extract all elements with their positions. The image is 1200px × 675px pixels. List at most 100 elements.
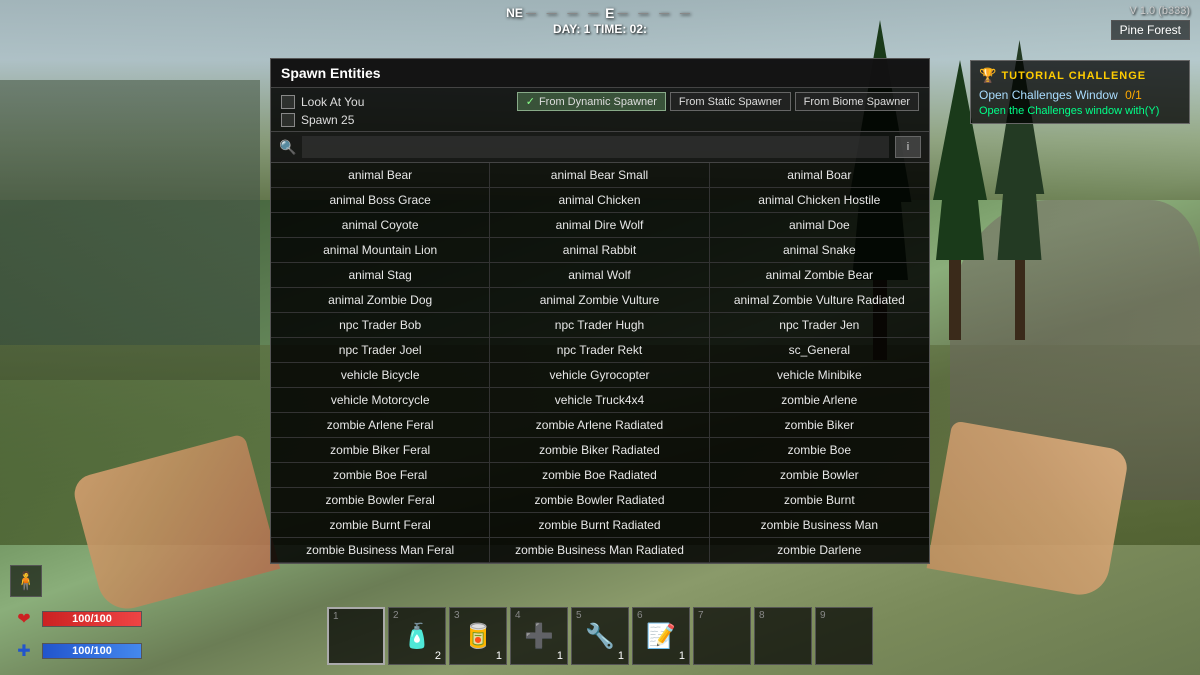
entity-cell[interactable]: zombie Burnt Radiated xyxy=(490,513,709,538)
entity-cell[interactable]: animal Zombie Vulture Radiated xyxy=(710,288,929,313)
slot-count-2: 2 xyxy=(435,650,441,662)
slot-count-4: 1 xyxy=(557,650,563,662)
entity-cell[interactable]: zombie Arlene Feral xyxy=(271,413,490,438)
spawn-25-label: Spawn 25 xyxy=(301,113,354,127)
entity-cell[interactable]: animal Snake xyxy=(710,238,929,263)
hotbar-slot-5[interactable]: 5🔧1 xyxy=(571,607,629,665)
entity-cell[interactable]: zombie Arlene xyxy=(710,388,929,413)
search-button[interactable]: i xyxy=(895,136,921,158)
tutorial-challenges-text[interactable]: Open Challenges Window 0/1 xyxy=(979,88,1181,102)
entity-cell[interactable]: zombie Bowler Feral xyxy=(271,488,490,513)
entity-cell[interactable]: zombie Bowler xyxy=(710,463,929,488)
spawn-options-area: Look At You ✓ From Dynamic Spawner From … xyxy=(271,88,929,132)
entity-cell[interactable]: animal Wolf xyxy=(490,263,709,288)
entity-cell[interactable]: animal Zombie Dog xyxy=(271,288,490,313)
hotbar-slot-8[interactable]: 8 xyxy=(754,607,812,665)
slot-icon-note: 📝 xyxy=(643,618,679,654)
entity-cell[interactable]: animal Chicken xyxy=(490,188,709,213)
stamina-text: 100/100 xyxy=(43,644,141,658)
entity-cell[interactable]: animal Dire Wolf xyxy=(490,213,709,238)
spawn-panel-header: Spawn Entities xyxy=(271,59,929,88)
entity-cell[interactable]: zombie Bowler Radiated xyxy=(490,488,709,513)
biome-spawner-btn[interactable]: From Biome Spawner xyxy=(795,92,919,111)
entity-cell[interactable]: vehicle Gyrocopter xyxy=(490,363,709,388)
spawn-25-checkbox[interactable] xyxy=(281,113,295,127)
spawn-entities-panel: Spawn Entities Look At You ✓ From Dynami… xyxy=(270,58,930,564)
slot-count-6: 1 xyxy=(679,650,685,662)
hotbar-slot-6[interactable]: 6📝1 xyxy=(632,607,690,665)
entity-cell[interactable]: zombie Darlene xyxy=(710,538,929,563)
spawner-buttons: ✓ From Dynamic Spawner From Static Spawn… xyxy=(517,92,919,111)
entity-cell[interactable]: sc_General xyxy=(710,338,929,363)
hotbar-slot-7[interactable]: 7 xyxy=(693,607,751,665)
entity-cell[interactable]: animal Bear xyxy=(271,163,490,188)
entity-cell[interactable]: zombie Business Man xyxy=(710,513,929,538)
stamina-icon: ✚ xyxy=(10,637,38,665)
compass-dashes-left: — — — — xyxy=(526,8,602,19)
look-at-you-checkbox[interactable] xyxy=(281,95,295,109)
entity-cell[interactable]: animal Coyote xyxy=(271,213,490,238)
entity-cell[interactable]: animal Doe xyxy=(710,213,929,238)
stamina-bar: 100/100 xyxy=(42,643,142,659)
entity-cell[interactable]: zombie Boe Radiated xyxy=(490,463,709,488)
entity-cell[interactable]: npc Trader Jen xyxy=(710,313,929,338)
entity-cell[interactable]: zombie Business Man Feral xyxy=(271,538,490,563)
entity-cell[interactable]: npc Trader Joel xyxy=(271,338,490,363)
entity-cell[interactable]: vehicle Motorcycle xyxy=(271,388,490,413)
entity-cell[interactable]: animal Zombie Vulture xyxy=(490,288,709,313)
search-input[interactable] xyxy=(302,136,889,158)
stamina-row: ✚ 100/100 xyxy=(10,637,142,665)
entity-cell[interactable]: vehicle Truck4x4 xyxy=(490,388,709,413)
entity-cell[interactable]: vehicle Minibike xyxy=(710,363,929,388)
search-bar: 🔍 i xyxy=(271,132,929,163)
entity-cell[interactable]: zombie Burnt xyxy=(710,488,929,513)
entity-cell[interactable]: zombie Business Man Radiated xyxy=(490,538,709,563)
compass-dashes-right: — — — — xyxy=(618,8,694,19)
health-row: ❤ 100/100 xyxy=(10,605,142,633)
tutorial-title: TUTORIAL CHALLENGE xyxy=(1001,70,1146,82)
static-spawner-btn[interactable]: From Static Spawner xyxy=(670,92,791,111)
slot-count-5: 1 xyxy=(618,650,624,662)
entity-cell[interactable]: animal Stag xyxy=(271,263,490,288)
entity-cell[interactable]: zombie Boe Feral xyxy=(271,463,490,488)
compass-ne: NE xyxy=(506,6,523,20)
slot-count-3: 1 xyxy=(496,650,502,662)
status-bars: 🧍 ❤ 100/100 ✚ 100/100 xyxy=(10,565,142,665)
entity-cell[interactable]: zombie Boe xyxy=(710,438,929,463)
entity-cell[interactable]: npc Trader Hugh xyxy=(490,313,709,338)
health-icon: ❤ xyxy=(10,605,38,633)
entity-cell[interactable]: animal Mountain Lion xyxy=(271,238,490,263)
dynamic-spawner-btn[interactable]: ✓ From Dynamic Spawner xyxy=(517,92,666,111)
hotbar-slot-9[interactable]: 9 xyxy=(815,607,873,665)
entity-cell[interactable]: zombie Biker xyxy=(710,413,929,438)
tutorial-action-text: Open the Challenges window with(Y) xyxy=(979,105,1181,117)
entity-cell[interactable]: zombie Burnt Feral xyxy=(271,513,490,538)
entity-cell[interactable]: npc Trader Bob xyxy=(271,313,490,338)
hotbar-slot-1[interactable]: 1 xyxy=(327,607,385,665)
compass-bar: NE — — — — E — — — — xyxy=(506,5,694,21)
entity-cell[interactable]: zombie Biker Feral xyxy=(271,438,490,463)
hotbar-slot-3[interactable]: 3🥫1 xyxy=(449,607,507,665)
biome-label: Pine Forest xyxy=(1111,20,1190,40)
health-text: 100/100 xyxy=(43,612,141,626)
entity-cell[interactable]: animal Chicken Hostile xyxy=(710,188,929,213)
search-icon: 🔍 xyxy=(279,139,296,156)
slot-icon-tool: 🔧 xyxy=(582,618,618,654)
entity-cell[interactable]: animal Rabbit xyxy=(490,238,709,263)
entity-cell[interactable]: animal Boar xyxy=(710,163,929,188)
entity-cell[interactable]: vehicle Bicycle xyxy=(271,363,490,388)
entity-cell[interactable]: animal Bear Small xyxy=(490,163,709,188)
hotbar-slot-2[interactable]: 2🧴2 xyxy=(388,607,446,665)
check-icon: ✓ xyxy=(526,95,535,108)
spawn-option-row-1: Look At You ✓ From Dynamic Spawner From … xyxy=(281,92,919,111)
entity-cell[interactable]: npc Trader Rekt xyxy=(490,338,709,363)
spawn-option-row-2: Spawn 25 xyxy=(281,113,919,127)
trophy-icon: 🏆 xyxy=(979,67,997,84)
day-time-display: DAY: 1 TIME: 02: xyxy=(553,22,647,36)
hotbar-slot-4[interactable]: 4➕1 xyxy=(510,607,568,665)
look-at-you-label: Look At You xyxy=(301,95,364,109)
entity-cell[interactable]: animal Zombie Bear xyxy=(710,263,929,288)
entity-cell[interactable]: animal Boss Grace xyxy=(271,188,490,213)
entity-cell[interactable]: zombie Biker Radiated xyxy=(490,438,709,463)
entity-cell[interactable]: zombie Arlene Radiated xyxy=(490,413,709,438)
